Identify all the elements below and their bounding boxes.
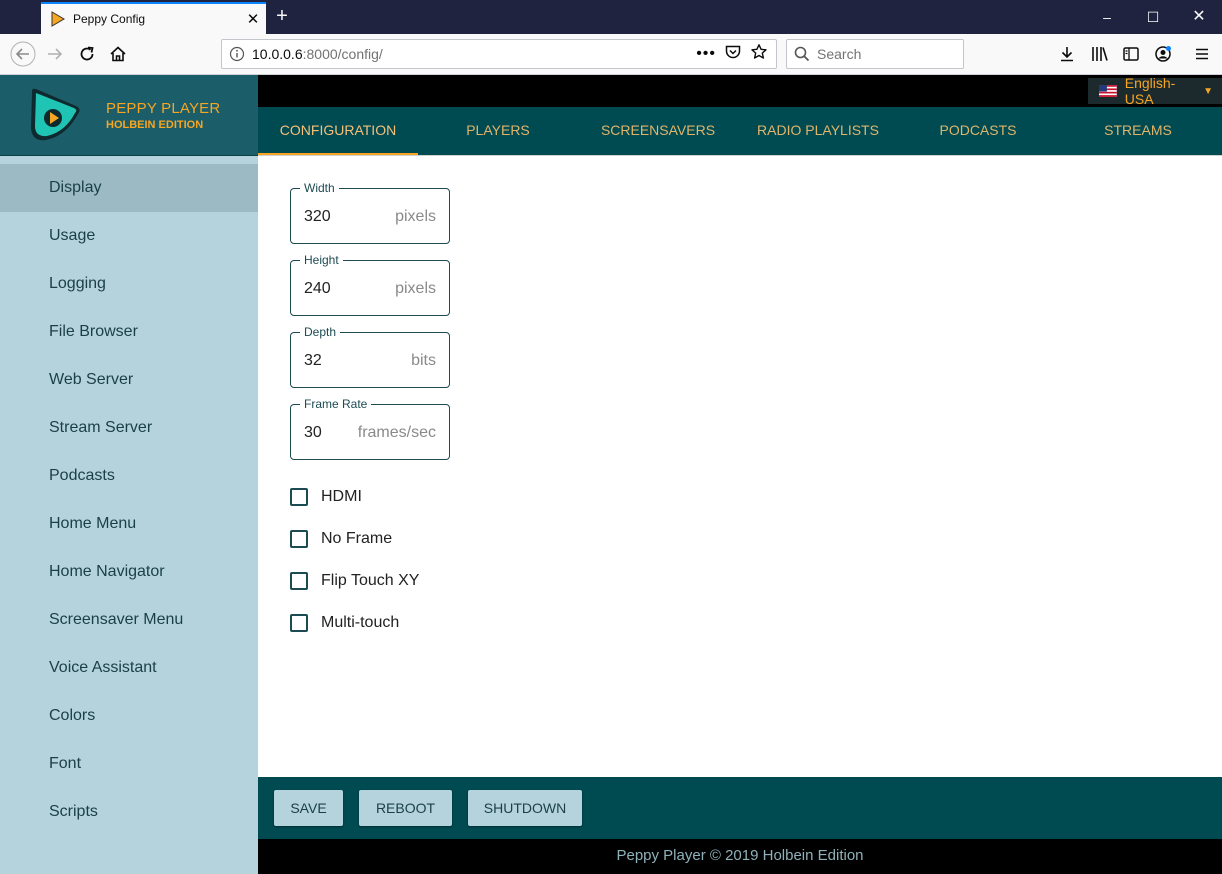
frame-rate-label: Frame Rate	[300, 397, 372, 411]
sidebar-menu: Display Usage Logging File Browser Web S…	[0, 156, 258, 836]
download-icon[interactable]	[1055, 42, 1079, 66]
no-frame-checkbox-box[interactable]	[290, 530, 308, 548]
account-icon[interactable]	[1151, 42, 1175, 66]
menu-icon[interactable]	[1190, 42, 1214, 66]
tab-title: Peppy Config	[73, 12, 146, 26]
depth-label: Depth	[300, 325, 341, 339]
maximize-window-icon[interactable]: ☐	[1130, 0, 1176, 34]
width-value[interactable]: 320	[304, 208, 331, 226]
height-unit: pixels	[395, 280, 436, 297]
height-label: Height	[300, 253, 343, 267]
save-button[interactable]: SAVE	[274, 790, 343, 826]
multi-touch-label: Multi-touch	[321, 614, 400, 631]
sidebar-item-voice-assistant[interactable]: Voice Assistant	[0, 644, 258, 692]
brand-edition: HOLBEIN EDITION	[106, 118, 204, 131]
pocket-icon[interactable]	[724, 43, 742, 66]
tab-configuration[interactable]: CONFIGURATION	[258, 107, 418, 155]
sidebar-item-stream-server[interactable]: Stream Server	[0, 404, 258, 452]
reboot-button[interactable]: REBOOT	[359, 790, 452, 826]
library-icon[interactable]	[1088, 42, 1112, 66]
close-window-icon[interactable]: ✕	[1176, 0, 1222, 34]
sidebar-item-colors[interactable]: Colors	[0, 692, 258, 740]
new-tab-icon[interactable]: +	[268, 4, 296, 30]
sidebar: PEPPY PLAYER HOLBEIN EDITION Display Usa…	[0, 75, 258, 874]
height-value[interactable]: 240	[304, 280, 331, 298]
frame-rate-value[interactable]: 30	[304, 424, 322, 442]
tab-radio-playlists[interactable]: RADIO PLAYLISTS	[738, 107, 898, 155]
sidebar-item-podcasts[interactable]: Podcasts	[0, 452, 258, 500]
sidebar-item-logging[interactable]: Logging	[0, 260, 258, 308]
language-strip: English-USA ▼	[258, 75, 1222, 107]
home-icon[interactable]	[103, 40, 133, 68]
sidebar-item-home-navigator[interactable]: Home Navigator	[0, 548, 258, 596]
action-bar: SAVE REBOOT SHUTDOWN	[258, 777, 1222, 839]
tab-podcasts[interactable]: PODCASTS	[898, 107, 1058, 155]
sidebar-item-file-browser[interactable]: File Browser	[0, 308, 258, 356]
bookmark-star-icon[interactable]	[750, 43, 768, 66]
browser-titlebar: Peppy Config ✕ + – ☐ ✕	[0, 0, 1222, 34]
language-select[interactable]: English-USA ▼	[1088, 75, 1222, 107]
url-text[interactable]: 10.0.0.6:8000/config/	[252, 46, 696, 62]
shutdown-button[interactable]: SHUTDOWN	[468, 790, 582, 826]
footer: Peppy Player © 2019 Holbein Edition	[258, 839, 1222, 874]
more-icon[interactable]: •••	[696, 45, 716, 63]
no-frame-label: No Frame	[321, 530, 393, 547]
sidebar-item-scripts[interactable]: Scripts	[0, 788, 258, 836]
frame-rate-field[interactable]: Frame Rate 30 frames/sec	[290, 397, 450, 460]
url-path: :8000/config/	[302, 46, 383, 62]
flip-touch-xy-label: Flip Touch XY	[321, 572, 420, 589]
width-unit: pixels	[395, 208, 436, 225]
browser-tab[interactable]: Peppy Config ✕	[41, 2, 266, 34]
peppy-favicon-icon	[51, 11, 65, 27]
url-host: 10.0.0.6	[252, 46, 303, 62]
hdmi-label: HDMI	[321, 488, 362, 505]
browser-navbar: 10.0.0.6:8000/config/ •••	[0, 34, 1222, 75]
multi-touch-checkbox[interactable]: Multi-touch	[290, 611, 399, 635]
footer-text: Peppy Player © 2019 Holbein Edition	[616, 847, 864, 864]
info-icon[interactable]	[222, 46, 252, 62]
back-arrow-icon[interactable]	[8, 40, 38, 68]
frame-rate-unit: frames/sec	[357, 424, 436, 441]
flip-touch-xy-checkbox-box[interactable]	[290, 572, 308, 590]
reload-icon[interactable]	[72, 40, 102, 68]
minimize-window-icon[interactable]: –	[1084, 0, 1130, 34]
hdmi-checkbox-box[interactable]	[290, 488, 308, 506]
depth-field[interactable]: Depth 32 bits	[290, 325, 450, 388]
search-icon	[787, 46, 817, 62]
caret-down-icon: ▼	[1203, 85, 1213, 97]
tab-streams[interactable]: STREAMS	[1058, 107, 1218, 155]
language-label: English-USA	[1124, 75, 1176, 107]
depth-unit: bits	[411, 352, 436, 369]
depth-value[interactable]: 32	[304, 352, 322, 370]
width-field[interactable]: Width 320 pixels	[290, 181, 450, 244]
height-field[interactable]: Height 240 pixels	[290, 253, 450, 316]
brand-name: PEPPY PLAYER	[106, 99, 221, 117]
forward-arrow-icon[interactable]	[40, 40, 70, 68]
peppy-logo-icon	[31, 88, 80, 141]
display-settings-panel: Width 320 pixels Height 240 pixels Depth…	[258, 155, 1222, 777]
sidebar-item-font[interactable]: Font	[0, 740, 258, 788]
config-tabs: CONFIGURATION PLAYERS SCREENSAVERS RADIO…	[258, 107, 1222, 155]
multi-touch-checkbox-box[interactable]	[290, 614, 308, 632]
width-label: Width	[300, 181, 339, 195]
sidebar-item-display[interactable]: Display	[0, 164, 258, 212]
sidebar-item-home-menu[interactable]: Home Menu	[0, 500, 258, 548]
tab-players[interactable]: PLAYERS	[418, 107, 578, 155]
sidebar-item-screensaver-menu[interactable]: Screensaver Menu	[0, 596, 258, 644]
brand-header: PEPPY PLAYER HOLBEIN EDITION	[0, 75, 258, 156]
us-flag-icon	[1099, 85, 1117, 97]
search-bar[interactable]	[786, 39, 964, 69]
sidebar-item-web-server[interactable]: Web Server	[0, 356, 258, 404]
sidebar-item-usage[interactable]: Usage	[0, 212, 258, 260]
tab-screensavers[interactable]: SCREENSAVERS	[578, 107, 738, 155]
flip-touch-xy-checkbox[interactable]: Flip Touch XY	[290, 569, 419, 593]
close-tab-icon[interactable]: ✕	[240, 10, 266, 28]
no-frame-checkbox[interactable]: No Frame	[290, 527, 392, 551]
url-bar[interactable]: 10.0.0.6:8000/config/ •••	[221, 39, 777, 69]
search-input[interactable]	[817, 46, 957, 62]
hdmi-checkbox[interactable]: HDMI	[290, 485, 362, 509]
sidebar-icon[interactable]	[1119, 42, 1143, 66]
